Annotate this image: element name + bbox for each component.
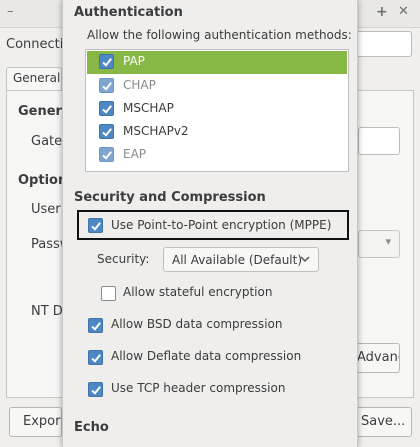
auth-method-label: MSCHAP [123, 101, 174, 115]
security-combo-value: All Available (Default) [172, 253, 303, 267]
security-label: Security: [97, 252, 150, 266]
auth-method-mschap[interactable]: MSCHAP [87, 98, 347, 121]
deflate-compression-checkbox[interactable] [88, 350, 103, 365]
auth-method-mschap-checkbox[interactable] [99, 101, 114, 116]
auth-method-label: CHAP [123, 78, 156, 92]
mppe-checkbox[interactable] [88, 218, 103, 233]
auth-method-eap[interactable]: EAP [87, 144, 347, 167]
chevron-down-icon: ▾ [385, 235, 391, 248]
bsd-compression-checkbox[interactable] [88, 318, 103, 333]
nt-domain-label: NT Domain: [31, 304, 62, 319]
auth-method-pap-checkbox[interactable] [99, 54, 114, 69]
tcp-header-compression-checkbox[interactable] [88, 382, 103, 397]
auth-method-label: MSCHAPv2 [123, 124, 189, 138]
mppe-label: Use Point-to-Point encryption (MPPE) [111, 218, 332, 232]
general-section-heading: General [18, 104, 62, 119]
auth-method-eap-checkbox[interactable] [99, 147, 114, 162]
gateway-input[interactable] [358, 127, 400, 155]
security-compression-heading: Security and Compression [74, 190, 266, 205]
authentication-description: Allow the following authentication metho… [87, 28, 352, 42]
chevron-down-icon [299, 253, 311, 269]
bsd-compression-label: Allow BSD data compression [111, 317, 283, 331]
authentication-heading: Authentication [74, 5, 183, 20]
close-icon[interactable]: ✕ [398, 4, 409, 19]
deflate-compression-label: Allow Deflate data compression [111, 349, 302, 363]
advanced-button[interactable]: Advanced... [356, 343, 400, 373]
password-label: Password: [31, 237, 62, 252]
ppp-settings-dialog: Authentication Allow the following authe… [62, 0, 358, 447]
security-combo[interactable]: All Available (Default) [163, 247, 319, 272]
auth-method-chap[interactable]: CHAP [87, 75, 347, 98]
authentication-methods-list: PAP CHAP MSCHAP MSCHAPv2 EAP [85, 49, 349, 172]
user-name-label: User name: [31, 202, 62, 217]
auth-method-mschapv2[interactable]: MSCHAPv2 [87, 121, 347, 144]
password-options-combo[interactable]: ▾ [358, 230, 400, 258]
export-button[interactable]: Export... [9, 407, 62, 437]
auth-method-label: PAP [123, 54, 145, 68]
tcp-header-compression-label: Use TCP header compression [111, 381, 286, 395]
auth-method-chap-checkbox[interactable] [99, 78, 114, 93]
connection-name-input[interactable] [356, 31, 412, 57]
echo-heading: Echo [74, 420, 109, 435]
stateful-encryption-checkbox[interactable] [101, 286, 116, 301]
auth-method-pap[interactable]: PAP [87, 51, 347, 74]
connection-name-label: Connection name: [6, 37, 66, 52]
stateful-encryption-label: Allow stateful encryption [123, 285, 273, 299]
options-section-heading: Options [18, 173, 62, 188]
maximize-icon[interactable]: + [376, 4, 388, 20]
minimize-icon[interactable]: – [7, 4, 14, 19]
save-button[interactable]: Save... [356, 407, 412, 437]
auth-method-label: EAP [123, 147, 147, 161]
auth-method-mschapv2-checkbox[interactable] [99, 124, 114, 139]
tab-general[interactable]: General [6, 67, 62, 91]
gateway-label: Gateway: [31, 134, 62, 149]
